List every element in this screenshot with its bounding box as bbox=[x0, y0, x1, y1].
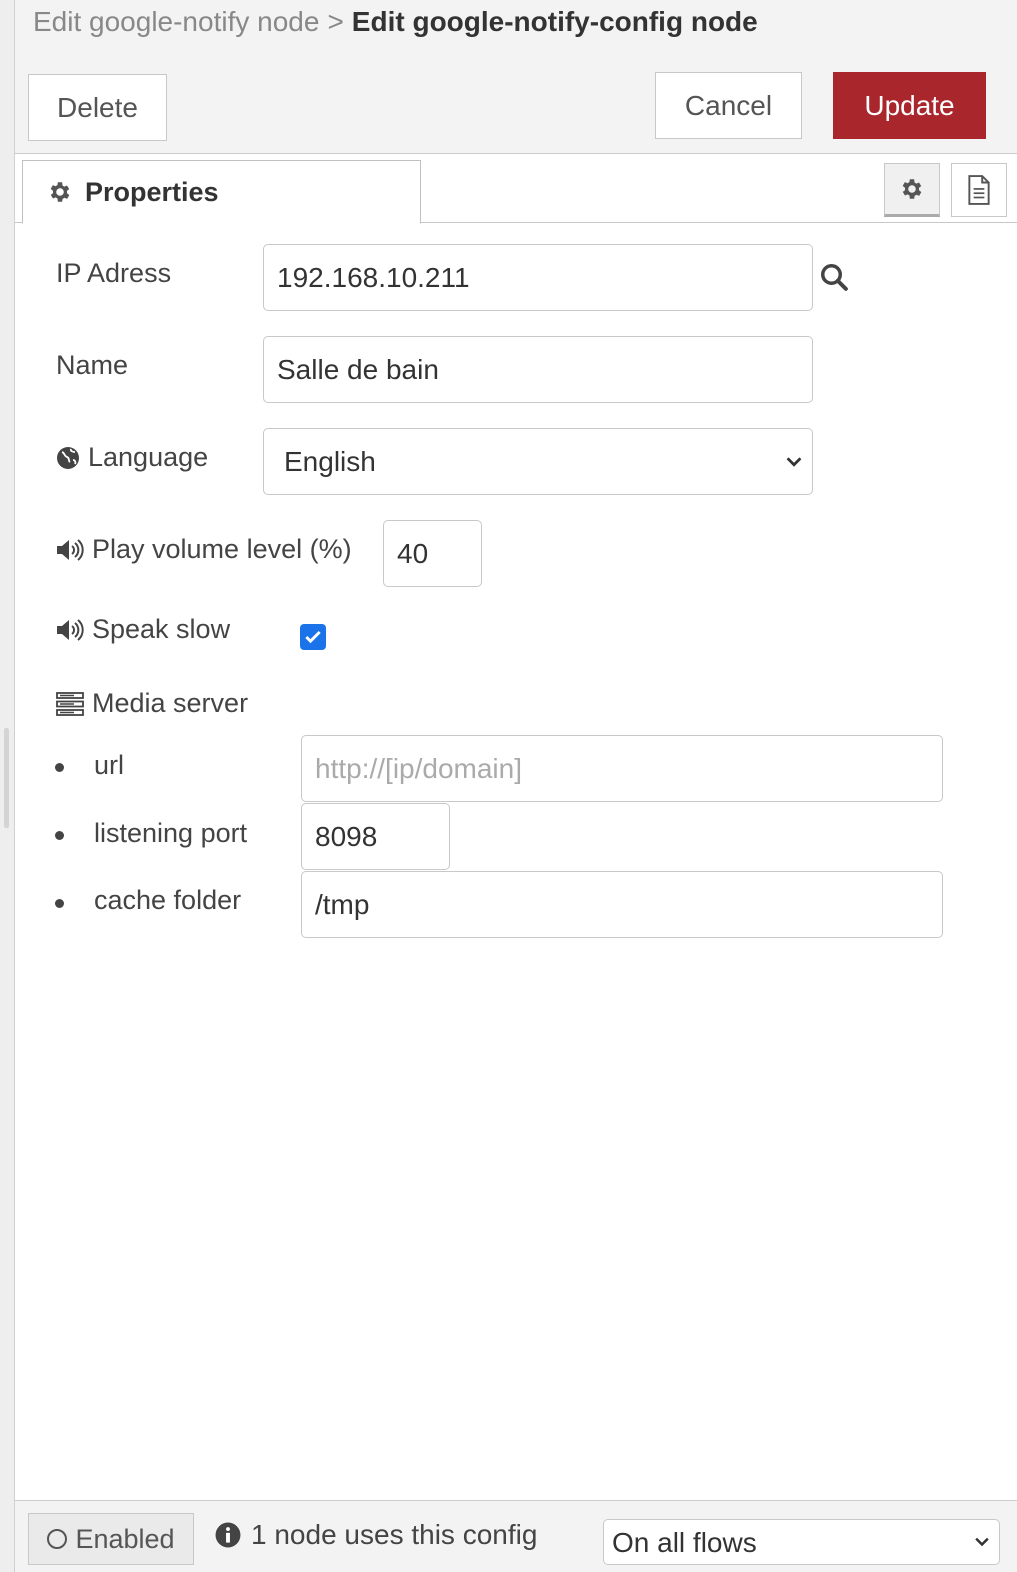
gear-icon bbox=[902, 179, 922, 199]
cache-folder-label: cache folder bbox=[94, 885, 241, 916]
listening-port-label: listening port bbox=[94, 818, 247, 849]
url-label-text: url bbox=[94, 750, 125, 780]
volume-input[interactable] bbox=[383, 520, 482, 587]
cache-folder-input[interactable] bbox=[301, 871, 943, 938]
speak-slow-label-text: Speak slow bbox=[92, 614, 231, 644]
info-icon bbox=[215, 1522, 241, 1548]
server-icon bbox=[56, 691, 84, 716]
cancel-button[interactable]: Cancel bbox=[655, 72, 802, 139]
name-label-text: Name bbox=[56, 350, 129, 380]
volume-icon bbox=[57, 618, 84, 641]
left-sidebar-strip bbox=[0, 0, 15, 1572]
ip-address-input[interactable] bbox=[263, 244, 813, 311]
node-description-tab-button[interactable] bbox=[951, 163, 1007, 217]
ip-address-label-text: IP Adress bbox=[56, 258, 172, 288]
media-server-label-text: Media server bbox=[92, 688, 249, 718]
tab-properties[interactable]: Properties bbox=[22, 160, 421, 224]
breadcrumb-current: Edit google-notify-config node bbox=[351, 6, 758, 37]
config-usage-info: 1 node uses this config bbox=[215, 1519, 537, 1551]
enabled-toggle-button[interactable]: Enabled bbox=[28, 1513, 194, 1565]
scope-select[interactable]: On all flows bbox=[603, 1519, 1000, 1565]
url-label: url bbox=[94, 750, 124, 781]
dialog-footer: Enabled 1 node uses this config On all f… bbox=[15, 1500, 1017, 1572]
tab-properties-label: Properties bbox=[85, 176, 219, 207]
update-button[interactable]: Update bbox=[833, 72, 986, 139]
search-icon[interactable] bbox=[819, 262, 849, 292]
checkmark-icon bbox=[305, 630, 321, 644]
listening-port-input[interactable] bbox=[301, 803, 450, 870]
language-label: Language bbox=[56, 442, 208, 473]
node-properties-tab-button[interactable] bbox=[884, 163, 940, 217]
list-bullet bbox=[55, 763, 64, 772]
config-usage-text: 1 node uses this config bbox=[251, 1519, 538, 1550]
tab-bar: Properties bbox=[15, 155, 1017, 224]
list-bullet bbox=[55, 899, 64, 908]
speak-slow-checkbox[interactable] bbox=[300, 624, 326, 650]
list-bullet bbox=[55, 831, 64, 840]
globe-icon bbox=[57, 446, 79, 469]
delete-button[interactable]: Delete bbox=[28, 74, 167, 141]
volume-icon bbox=[57, 538, 84, 561]
document-icon bbox=[968, 175, 990, 205]
media-server-label: Media server bbox=[56, 688, 248, 719]
language-select[interactable]: English bbox=[263, 428, 813, 495]
dialog-toolbar: Delete Cancel Update bbox=[15, 48, 1017, 154]
ip-address-label: IP Adress bbox=[56, 258, 171, 289]
gear-icon bbox=[50, 182, 70, 202]
scope-select-wrapper: On all flows bbox=[603, 1519, 1000, 1565]
edit-config-panel: Edit google-notify node > Edit google-noti… bbox=[15, 0, 1017, 1572]
speak-slow-label: Speak slow bbox=[56, 614, 230, 645]
name-label: Name bbox=[56, 350, 128, 381]
radio-circle-icon bbox=[47, 1529, 68, 1549]
listening-port-label-text: listening port bbox=[94, 818, 248, 848]
language-label-text: Language bbox=[88, 442, 209, 472]
resize-handle[interactable] bbox=[4, 728, 9, 828]
breadcrumb-parent[interactable]: Edit google-notify node bbox=[33, 6, 319, 37]
breadcrumb: Edit google-notify node > Edit google-noti… bbox=[15, 0, 1017, 48]
name-input[interactable] bbox=[263, 336, 813, 403]
volume-label-text: Play volume level (%) bbox=[92, 534, 352, 564]
language-select-wrapper: English bbox=[263, 428, 813, 495]
cache-folder-label-text: cache folder bbox=[94, 885, 242, 915]
breadcrumb-separator: > bbox=[327, 6, 344, 37]
url-input[interactable] bbox=[301, 735, 943, 802]
enabled-label: Enabled bbox=[75, 1523, 175, 1554]
volume-label: Play volume level (%) bbox=[56, 534, 352, 565]
